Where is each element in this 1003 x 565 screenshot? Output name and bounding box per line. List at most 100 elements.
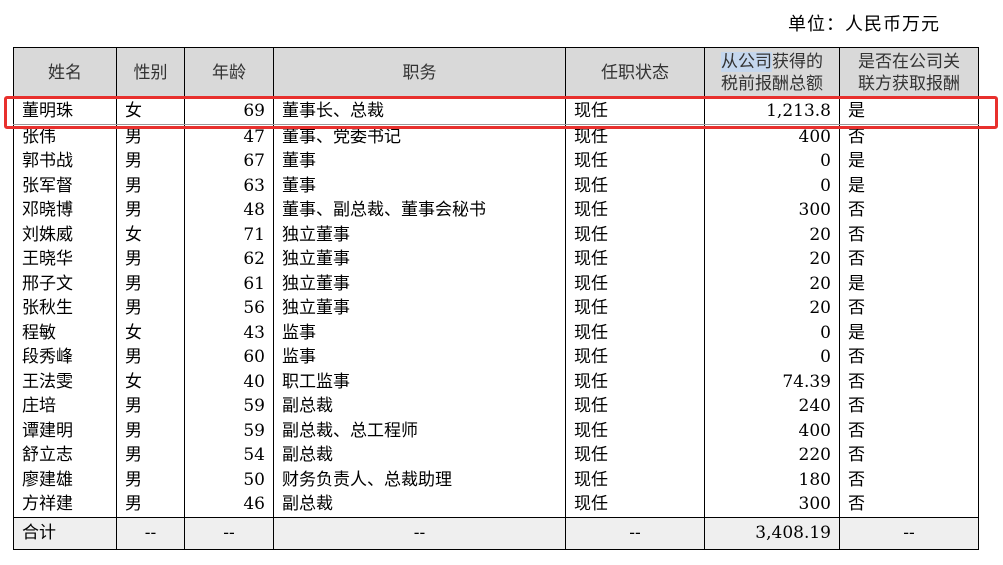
cell-status: 现任 (565, 198, 705, 223)
cell-status: 现任 (565, 173, 705, 198)
cell-related: 是 (839, 320, 979, 345)
cell-status: 现任 (565, 369, 705, 394)
total-status: -- (565, 516, 705, 550)
cell-sex: 男 (116, 467, 185, 492)
cell-sex: 男 (116, 271, 185, 296)
header-pay: 从公司获得的 税前报酬总额 (704, 47, 840, 99)
cell-age: 63 (184, 173, 274, 198)
cell-pay: 220 (704, 443, 840, 468)
table-row: 廖建雄男 50 财务负责人、总裁助理 现任 180 否 (13, 467, 979, 492)
cell-name: 张伟 (13, 124, 117, 149)
cell-position: 财务负责人、总裁助理 (273, 467, 566, 492)
cell-status: 现任 (565, 492, 705, 517)
cell-name: 董明珠 (13, 98, 117, 125)
total-sex: -- (116, 516, 185, 550)
cell-pay: 20 (704, 247, 840, 272)
table-row: 郭书战男 67 董事 现任 0 是 (13, 149, 979, 174)
cell-age: 71 (184, 222, 274, 247)
cell-name: 王晓华 (13, 247, 117, 272)
cell-name: 王法雯 (13, 369, 117, 394)
cell-position: 独立董事 (273, 247, 566, 272)
header-status: 任职状态 (565, 47, 705, 99)
cell-pay: 0 (704, 345, 840, 370)
compensation-table: 姓名 性别 年龄 职务 任职状态 从公司获得的 税前报酬总额 是否在公司关 联方… (13, 47, 979, 550)
cell-status: 现任 (565, 418, 705, 443)
cell-age: 48 (184, 198, 274, 223)
header-row: 姓名 性别 年龄 职务 任职状态 从公司获得的 税前报酬总额 是否在公司关 联方… (13, 47, 979, 99)
cell-name: 张军督 (13, 173, 117, 198)
cell-pay: 20 (704, 222, 840, 247)
table-row: 王法雯女 40 职工监事 现任 74.39 否 (13, 369, 979, 394)
cell-age: 60 (184, 345, 274, 370)
total-label: 合计 (13, 516, 117, 550)
cell-sex: 男 (116, 345, 185, 370)
cell-sex: 女 (116, 222, 185, 247)
cell-pay: 0 (704, 320, 840, 345)
cell-sex: 男 (116, 418, 185, 443)
cell-sex: 男 (116, 296, 185, 321)
cell-sex: 男 (116, 149, 185, 174)
cell-sex: 女 (116, 98, 185, 125)
cell-status: 现任 (565, 345, 705, 370)
cell-position: 监事 (273, 320, 566, 345)
cell-sex: 男 (116, 394, 185, 419)
table-row: 舒立志男 54 副总裁 现任 220 否 (13, 443, 979, 468)
cell-pay: 300 (704, 492, 840, 517)
cell-position: 副总裁 (273, 492, 566, 517)
header-age: 年龄 (184, 47, 274, 99)
cell-name: 邓晓博 (13, 198, 117, 223)
table-row: 邢子文男 61 独立董事 现任 20 是 (13, 271, 979, 296)
cell-sex: 男 (116, 443, 185, 468)
cell-status: 现任 (565, 247, 705, 272)
cell-pay: 240 (704, 394, 840, 419)
cell-status: 现任 (565, 222, 705, 247)
cell-sex: 女 (116, 369, 185, 394)
cell-pay: 0 (704, 173, 840, 198)
cell-age: 54 (184, 443, 274, 468)
cell-age: 56 (184, 296, 274, 321)
cell-name: 张秋生 (13, 296, 117, 321)
cell-position: 副总裁、总工程师 (273, 418, 566, 443)
cell-position: 副总裁 (273, 394, 566, 419)
cell-position: 董事、副总裁、董事会秘书 (273, 198, 566, 223)
cell-name: 方祥建 (13, 492, 117, 517)
cell-related: 否 (839, 124, 979, 149)
cell-position: 监事 (273, 345, 566, 370)
cell-status: 现任 (565, 271, 705, 296)
cell-sex: 男 (116, 124, 185, 149)
cell-name: 廖建雄 (13, 467, 117, 492)
cell-related: 否 (839, 198, 979, 223)
table-row: 张秋生男 56 独立董事 现任 20 否 (13, 296, 979, 321)
cell-position: 职工监事 (273, 369, 566, 394)
cell-related: 否 (839, 492, 979, 517)
table-row: 谭建明男 59 副总裁、总工程师 现任 400 否 (13, 418, 979, 443)
table-row: 董明珠女 69 董事长、总裁 现任 1,213.8 是 (13, 98, 979, 125)
header-related-line2: 联方获取报酬 (858, 74, 960, 94)
cell-sex: 男 (116, 173, 185, 198)
unit-label: 单位：人民币万元 (788, 14, 940, 35)
total-position: -- (273, 516, 566, 550)
header-related-party: 是否在公司关 联方获取报酬 (839, 47, 979, 99)
cell-name: 段秀峰 (13, 345, 117, 370)
table-row: 刘姝威女 71 独立董事 现任 20 否 (13, 222, 979, 247)
cell-pay: 400 (704, 418, 840, 443)
cell-position: 董事 (273, 173, 566, 198)
cell-related: 否 (839, 467, 979, 492)
cell-related: 否 (839, 296, 979, 321)
table-row: 王晓华男 62 独立董事 现任 20 否 (13, 247, 979, 272)
cell-related: 是 (839, 173, 979, 198)
cell-status: 现任 (565, 467, 705, 492)
cell-status: 现任 (565, 394, 705, 419)
cell-pay: 1,213.8 (704, 98, 840, 125)
cell-age: 59 (184, 394, 274, 419)
cell-age: 62 (184, 247, 274, 272)
cell-pay: 180 (704, 467, 840, 492)
cell-related: 否 (839, 369, 979, 394)
cell-status: 现任 (565, 124, 705, 149)
header-related-line1: 是否在公司关 (858, 52, 960, 72)
cell-position: 独立董事 (273, 222, 566, 247)
cell-pay: 0 (704, 149, 840, 174)
cell-name: 舒立志 (13, 443, 117, 468)
cell-position: 董事长、总裁 (273, 98, 566, 125)
cell-position: 副总裁 (273, 443, 566, 468)
